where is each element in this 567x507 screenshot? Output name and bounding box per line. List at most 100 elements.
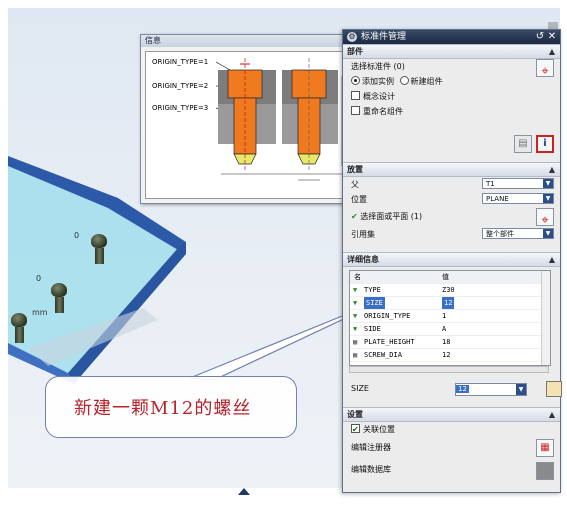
row-name: TYPE [364, 286, 381, 294]
row-value: 12 [442, 297, 455, 309]
section-settings-body: 关联位置 编辑注册器 ▦ 编辑数据库 [343, 422, 560, 492]
table-header-row: 名 值 [350, 271, 550, 284]
callout-bubble: 新建一颗M12的螺丝 [45, 376, 297, 438]
row-value: 18 [442, 338, 451, 346]
edit-register-label: 编辑注册器 [351, 443, 391, 452]
detail-table[interactable]: 名 值 ▼ TYPE Z30 ▼ SIZE 12 ▼ ORIGIN_TYPE 1 ▼ SIDE… [349, 270, 551, 366]
row-value: 12 [442, 351, 451, 359]
refset-value: 整个部件 [486, 230, 514, 238]
chevron-up-icon: ▲ [548, 165, 555, 174]
section-place-label: 放置 [347, 165, 363, 174]
edit-database-label: 编辑数据库 [351, 465, 391, 474]
marker-icon: ▼ [353, 299, 358, 307]
parent-value: T1 [486, 180, 495, 188]
table-row[interactable]: ▼ SIDE A [350, 323, 550, 336]
position-select[interactable]: PLANE ▼ [482, 193, 554, 204]
radio-add-instance-label: 添加实例 [362, 77, 394, 86]
position-row: 位置 PLANE ▼ [343, 192, 560, 207]
select-std-label: 选择标准件 (0) [351, 62, 405, 71]
assoc-pos-label: 关联位置 [363, 425, 395, 434]
size-select[interactable]: 12 ▼ [455, 383, 527, 396]
book-icon-button[interactable]: ▤ [514, 135, 532, 153]
part-box-icon[interactable] [546, 381, 562, 397]
check-icon: ✔ [351, 212, 358, 221]
rename-checkbox[interactable] [351, 106, 360, 115]
chevron-up-icon: ▲ [548, 47, 555, 56]
reset-icon[interactable]: ↺ [534, 31, 546, 43]
select-face-label: 选择面或平面 (1) [360, 212, 423, 221]
dialog-title-bar: ⚙ 标准件管理 ↺ ✕ [343, 30, 560, 44]
column-header-value: 值 [442, 273, 449, 281]
size-value: 12 [456, 385, 469, 393]
chevron-up-icon: ▲ [548, 255, 555, 264]
rename-label: 重命名组件 [363, 107, 403, 116]
gear-icon: ⚙ [347, 32, 357, 42]
section-place-header[interactable]: 放置 ▲ [343, 162, 560, 177]
close-icon[interactable]: ✕ [546, 31, 558, 43]
section-part-header[interactable]: 部件 ▲ [343, 44, 560, 59]
radio-row: 添加实例 新建组件 [343, 74, 560, 89]
concept-checkbox[interactable] [351, 91, 360, 100]
marker-icon: ▼ [353, 325, 358, 333]
section-settings-header[interactable]: 设置 ▲ [343, 407, 560, 422]
section-detail-header[interactable]: 详细信息 ▲ [343, 252, 560, 267]
table-row[interactable]: ▼ SIZE 12 [350, 297, 550, 310]
rename-row: 重命名组件 [343, 104, 560, 119]
section-part-body: 选择标准件 (0) ⌖ 添加实例 新建组件 概念设计 重命名组件 ▤ i [343, 59, 560, 162]
dialog-title: 标准件管理 [361, 32, 407, 42]
chevron-down-icon: ▼ [543, 194, 553, 203]
position-value: PLANE [486, 195, 509, 203]
table-row[interactable]: ▦ SCREW_DIA 12 [350, 349, 550, 362]
table-icon: ▦ [353, 351, 358, 359]
select-std-row: 选择标准件 (0) [343, 59, 560, 74]
edit-register-row: 编辑注册器 [343, 437, 560, 459]
row-name: ORIGIN_TYPE [364, 312, 411, 320]
radio-add-instance[interactable] [351, 76, 360, 85]
table-icon: ▦ [353, 338, 358, 346]
radio-new-component-label: 新建组件 [410, 77, 443, 86]
chevron-down-icon: ▼ [516, 384, 526, 395]
marker-icon: ▼ [353, 286, 358, 294]
table-scrollbar[interactable] [541, 271, 550, 365]
parent-select[interactable]: T1 ▼ [482, 178, 554, 189]
standard-part-manager-dialog[interactable]: ⚙ 标准件管理 ↺ ✕ 部件 ▲ 选择标准件 (0) ⌖ 添加实例 新建组件 概… [342, 29, 562, 493]
section-part-label: 部件 [347, 47, 363, 56]
edit-database-row: 编辑数据库 [343, 459, 560, 481]
column-header-name: 名 [354, 273, 361, 281]
table-hscrollbar[interactable] [349, 366, 549, 373]
section-settings-label: 设置 [347, 410, 363, 419]
table-row[interactable]: ▦ PLATE_HEIGHT 18 [350, 336, 550, 349]
chevron-up-icon: ▲ [548, 410, 555, 419]
table-row[interactable]: ▼ ORIGIN_TYPE 1 [350, 310, 550, 323]
section-detail-body: 名 值 ▼ TYPE Z30 ▼ SIZE 12 ▼ ORIGIN_TYPE 1 ▼ SIDE… [343, 267, 562, 407]
row-name: PLATE_HEIGHT [364, 338, 415, 346]
row-name: SIDE [364, 325, 381, 333]
section-detail-label: 详细信息 [347, 255, 379, 264]
edit-database-button[interactable] [536, 462, 554, 480]
position-label: 位置 [351, 195, 367, 204]
crosshair-icon: ⌖ [541, 213, 549, 228]
chevron-down-icon: ▼ [543, 179, 553, 188]
table-row[interactable]: ▼ TYPE Z30 [350, 284, 550, 297]
size-row: SIZE 12 ▼ [343, 381, 567, 397]
marker-icon: ▼ [353, 312, 358, 320]
refset-row: 引用集 整个部件 ▼ [343, 227, 560, 242]
refset-select[interactable]: 整个部件 ▼ [482, 228, 554, 239]
concept-row: 概念设计 [343, 89, 560, 104]
row-value: 1 [442, 312, 447, 320]
refset-label: 引用集 [351, 230, 375, 239]
size-label: SIZE [351, 384, 369, 393]
callout-text: 新建一颗M12的螺丝 [74, 398, 252, 419]
info-icon-button[interactable]: i [536, 135, 554, 153]
select-face-row: ✔ 选择面或平面 (1) [343, 207, 560, 227]
assoc-pos-checkbox[interactable] [351, 422, 360, 437]
radio-new-component[interactable] [399, 76, 409, 85]
chevron-down-icon: ▼ [543, 229, 553, 238]
select-face-target-button[interactable]: ⌖ [536, 208, 554, 228]
assoc-pos-row: 关联位置 [343, 422, 560, 437]
row-value: Z30 [442, 286, 455, 294]
parent-label: 父 [351, 180, 359, 189]
edit-register-button[interactable]: ▦ [536, 439, 554, 457]
triangle-marker-icon [238, 488, 250, 495]
concept-label: 概念设计 [363, 92, 395, 101]
